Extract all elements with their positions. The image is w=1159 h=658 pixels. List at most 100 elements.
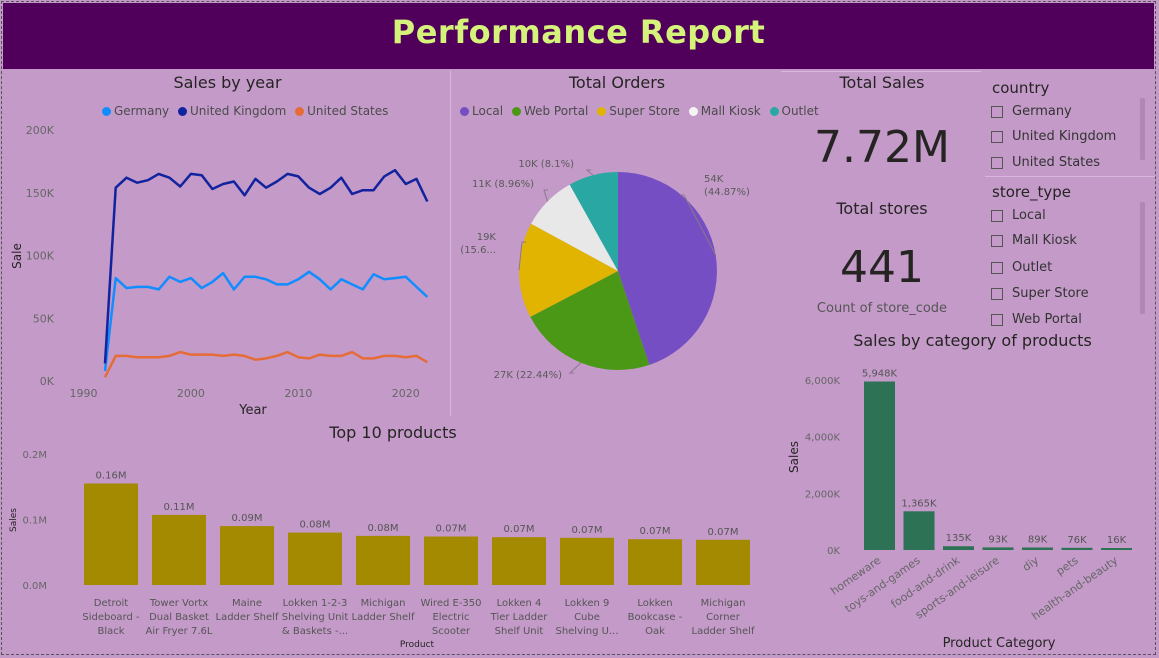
category-bar[interactable] bbox=[1061, 547, 1093, 550]
legend-item-united-kingdom[interactable]: United Kingdom bbox=[177, 104, 286, 118]
slicer-option-local[interactable]: Local bbox=[991, 208, 1046, 223]
checkbox-icon[interactable] bbox=[991, 287, 1003, 300]
sales-by-year-legend: Germany United Kingdom United States bbox=[102, 104, 393, 118]
pie-leader-line bbox=[543, 189, 549, 202]
page-title: Performance Report bbox=[391, 13, 766, 51]
y-tick-label: 0K bbox=[40, 375, 55, 388]
total-stores-caption: Count of store_code bbox=[816, 301, 948, 316]
product-tick-label: Lokken 9 Cube Shelving U... bbox=[555, 598, 618, 637]
legend-dot-icon bbox=[688, 107, 698, 116]
bar-data-label: 0.08M bbox=[368, 523, 399, 534]
checkbox-icon[interactable] bbox=[991, 234, 1003, 247]
bar-data-label: 0.08M bbox=[300, 520, 331, 531]
bar-data-label: 0.07M bbox=[504, 524, 535, 535]
country-slicer-scrollbar[interactable] bbox=[1140, 98, 1145, 160]
y-axis-title: Sales bbox=[9, 508, 19, 532]
legend-item-local[interactable]: Local bbox=[460, 104, 503, 118]
legend-dot-icon bbox=[177, 107, 187, 116]
bar-data-label: 89K bbox=[1028, 535, 1048, 546]
total-orders-legend: Local Web Portal Super Store Mall Kiosk … bbox=[460, 104, 824, 118]
checkbox-icon[interactable] bbox=[991, 156, 1003, 169]
category-sales-title: Sales by category of products bbox=[853, 331, 1092, 350]
y-tick-label: 6,000K bbox=[805, 376, 841, 387]
y-tick-label: 0K bbox=[827, 546, 840, 557]
report-page: Performance Report Sales by year Germany… bbox=[0, 0, 1159, 658]
legend-item-super-store[interactable]: Super Store bbox=[597, 104, 680, 118]
product-tick-label: Michigan Ladder Shelf bbox=[352, 598, 415, 623]
product-bar[interactable] bbox=[152, 514, 206, 585]
slicer-option-super-store[interactable]: Super Store bbox=[991, 286, 1089, 301]
sales-by-year-title: Sales by year bbox=[173, 73, 282, 92]
y-tick-label: 100K bbox=[26, 250, 55, 263]
bar-data-label: 0.09M bbox=[232, 513, 263, 524]
series-line-united-states[interactable] bbox=[103, 350, 428, 378]
top-products-chart[interactable]: 0.0M 0.1M 0.2M Sales Product 0.16M Detroit Side… bbox=[0, 440, 786, 652]
product-tick-label: Tower Vortx Dual Basket Air Fryer 7.6L bbox=[146, 598, 213, 637]
product-bar[interactable] bbox=[628, 539, 682, 585]
legend-dot-icon bbox=[769, 107, 779, 116]
checkbox-icon[interactable] bbox=[991, 261, 1003, 274]
product-bar[interactable] bbox=[288, 532, 342, 585]
pie-leader-line bbox=[568, 362, 582, 374]
category-bar[interactable] bbox=[943, 546, 974, 550]
sales-by-year-chart[interactable]: 0K 50K 100K 150K 200K 1990 2000 2010 2020 Year Sal… bbox=[0, 120, 450, 420]
legend-item-germany[interactable]: Germany bbox=[102, 104, 169, 118]
category-tick-label: diy bbox=[1020, 554, 1041, 574]
checkbox-icon[interactable] bbox=[991, 209, 1003, 222]
product-bar[interactable] bbox=[560, 537, 614, 585]
product-bar[interactable] bbox=[84, 483, 138, 586]
checkbox-icon[interactable] bbox=[991, 313, 1003, 326]
y-tick-label: 200K bbox=[26, 124, 55, 137]
bar-data-label: 5,948K bbox=[862, 369, 898, 380]
total-stores-value: 441 bbox=[840, 242, 924, 293]
y-tick-label: 50K bbox=[33, 312, 55, 325]
product-tick-label: Lokken 4 Tier Ladder Shelf Unit bbox=[490, 598, 549, 637]
bar-data-label: 76K bbox=[1067, 535, 1087, 546]
total-orders-title: Total Orders bbox=[568, 73, 666, 92]
category-bar[interactable] bbox=[864, 381, 895, 551]
product-bar[interactable] bbox=[492, 537, 546, 585]
x-axis-title: Year bbox=[238, 403, 267, 418]
x-tick-label: 2000 bbox=[177, 387, 205, 400]
panel-divider bbox=[781, 71, 981, 72]
product-bar[interactable] bbox=[696, 539, 750, 585]
legend-item-outlet[interactable]: Outlet bbox=[769, 104, 819, 118]
legend-item-united-states[interactable]: United States bbox=[295, 104, 388, 118]
y-tick-label: 0.1M bbox=[22, 516, 47, 527]
bar-data-label: 0.07M bbox=[640, 526, 671, 537]
slicer-option-web-portal[interactable]: Web Portal bbox=[991, 312, 1082, 327]
bar-data-label: 0.07M bbox=[572, 525, 603, 536]
total-orders-pie-chart[interactable]: 54K (44.87%) 27K (22.44%) 19K (15.6... 11K (8… bbox=[452, 120, 782, 390]
pie-leader-line bbox=[585, 169, 594, 176]
legend-item-mall-kiosk[interactable]: Mall Kiosk bbox=[688, 104, 761, 118]
checkbox-icon[interactable] bbox=[991, 130, 1003, 143]
slicer-option-mall-kiosk[interactable]: Mall Kiosk bbox=[991, 233, 1077, 248]
y-tick-label: 4,000K bbox=[805, 433, 841, 444]
series-line-united-kingdom[interactable] bbox=[103, 168, 429, 364]
slicer-option-germany[interactable]: Germany bbox=[991, 104, 1072, 119]
category-bar[interactable] bbox=[1022, 547, 1053, 551]
slicer-option-outlet[interactable]: Outlet bbox=[991, 260, 1052, 275]
product-tick-label: Detroit Sideboard -Black bbox=[82, 598, 140, 637]
category-bar[interactable] bbox=[982, 547, 1014, 550]
y-tick-label: 150K bbox=[26, 187, 55, 200]
product-tick-label: Michigan Corner Ladder Shelf bbox=[692, 598, 755, 637]
checkbox-icon[interactable] bbox=[991, 105, 1003, 118]
slicer-option-united-kingdom[interactable]: United Kingdom bbox=[991, 129, 1116, 144]
store-type-slicer-scrollbar[interactable] bbox=[1140, 202, 1145, 314]
total-sales-label: Total Sales bbox=[839, 73, 925, 92]
bar-data-label: 0.07M bbox=[436, 524, 467, 535]
store-type-slicer-title: store_type bbox=[992, 183, 1071, 201]
pie-data-label: 19K (15.6... bbox=[460, 232, 496, 256]
category-sales-chart[interactable]: 0K 2,000K 4,000K 6,000K Sales Product Categor… bbox=[780, 352, 1152, 654]
product-tick-label: Maine Ladder Shelf bbox=[216, 598, 279, 623]
category-bar[interactable] bbox=[903, 511, 935, 550]
category-bar[interactable] bbox=[1101, 548, 1132, 550]
pie-data-label: 11K (8.96%) bbox=[472, 179, 534, 190]
product-bar[interactable] bbox=[220, 526, 274, 585]
legend-item-web-portal[interactable]: Web Portal bbox=[511, 104, 588, 118]
slicer-option-united-states[interactable]: United States bbox=[991, 155, 1100, 170]
legend-dot-icon bbox=[295, 107, 305, 116]
product-bar[interactable] bbox=[424, 536, 478, 586]
product-bar[interactable] bbox=[356, 535, 410, 585]
